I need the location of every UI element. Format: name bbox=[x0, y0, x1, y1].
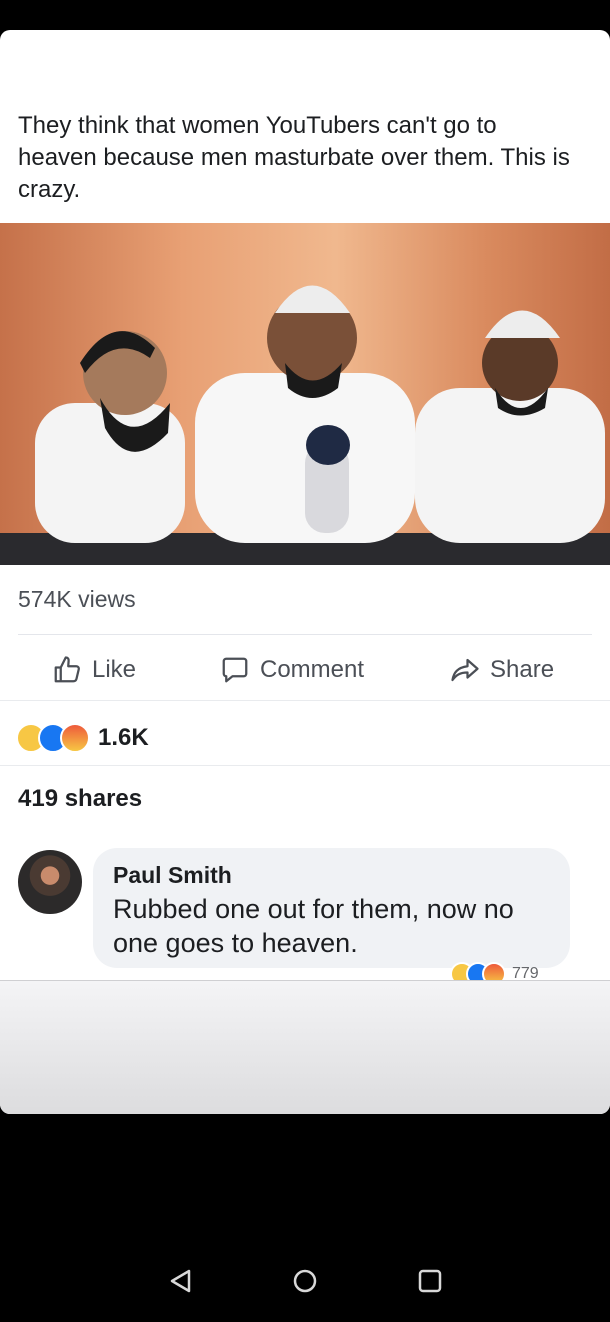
action-bar: Like Comment Share bbox=[0, 642, 610, 698]
comment-author[interactable]: Paul Smith bbox=[113, 862, 232, 889]
like-label: Like bbox=[92, 656, 137, 683]
home-icon[interactable] bbox=[291, 1267, 319, 1295]
share-button[interactable]: Share bbox=[450, 642, 554, 698]
comment-text: Rubbed one out for them, now no one goes… bbox=[113, 894, 514, 958]
back-icon[interactable] bbox=[167, 1267, 195, 1295]
share-count[interactable]: 419 shares bbox=[18, 785, 142, 813]
comment-button[interactable]: Comment bbox=[220, 642, 364, 698]
share-arrow-icon bbox=[451, 658, 479, 682]
android-nav-bar bbox=[0, 1240, 610, 1320]
divider bbox=[18, 634, 592, 635]
comment-label: Comment bbox=[260, 656, 365, 683]
reaction-summary[interactable]: 1.6K bbox=[16, 720, 149, 756]
angry-icon bbox=[60, 723, 90, 753]
bottom-sheet-overlay bbox=[0, 980, 610, 1114]
reaction-count: 1.6K bbox=[98, 724, 149, 751]
post-card: They think that women YouTubers can't go… bbox=[0, 30, 610, 1114]
comment-icon bbox=[222, 657, 248, 683]
like-button[interactable]: Like bbox=[52, 642, 136, 698]
view-count: 574K views bbox=[18, 586, 136, 612]
avatar[interactable] bbox=[18, 850, 82, 914]
post-video-thumbnail[interactable] bbox=[0, 223, 610, 565]
divider bbox=[0, 700, 610, 701]
recent-apps-icon[interactable] bbox=[416, 1267, 444, 1295]
comment-bubble: Paul Smith Rubbed one out for them, now … bbox=[93, 848, 570, 968]
divider bbox=[0, 765, 610, 766]
share-label: Share bbox=[490, 656, 555, 683]
thumbs-up-icon bbox=[54, 656, 80, 683]
post-text: They think that women YouTubers can't go… bbox=[18, 112, 570, 203]
